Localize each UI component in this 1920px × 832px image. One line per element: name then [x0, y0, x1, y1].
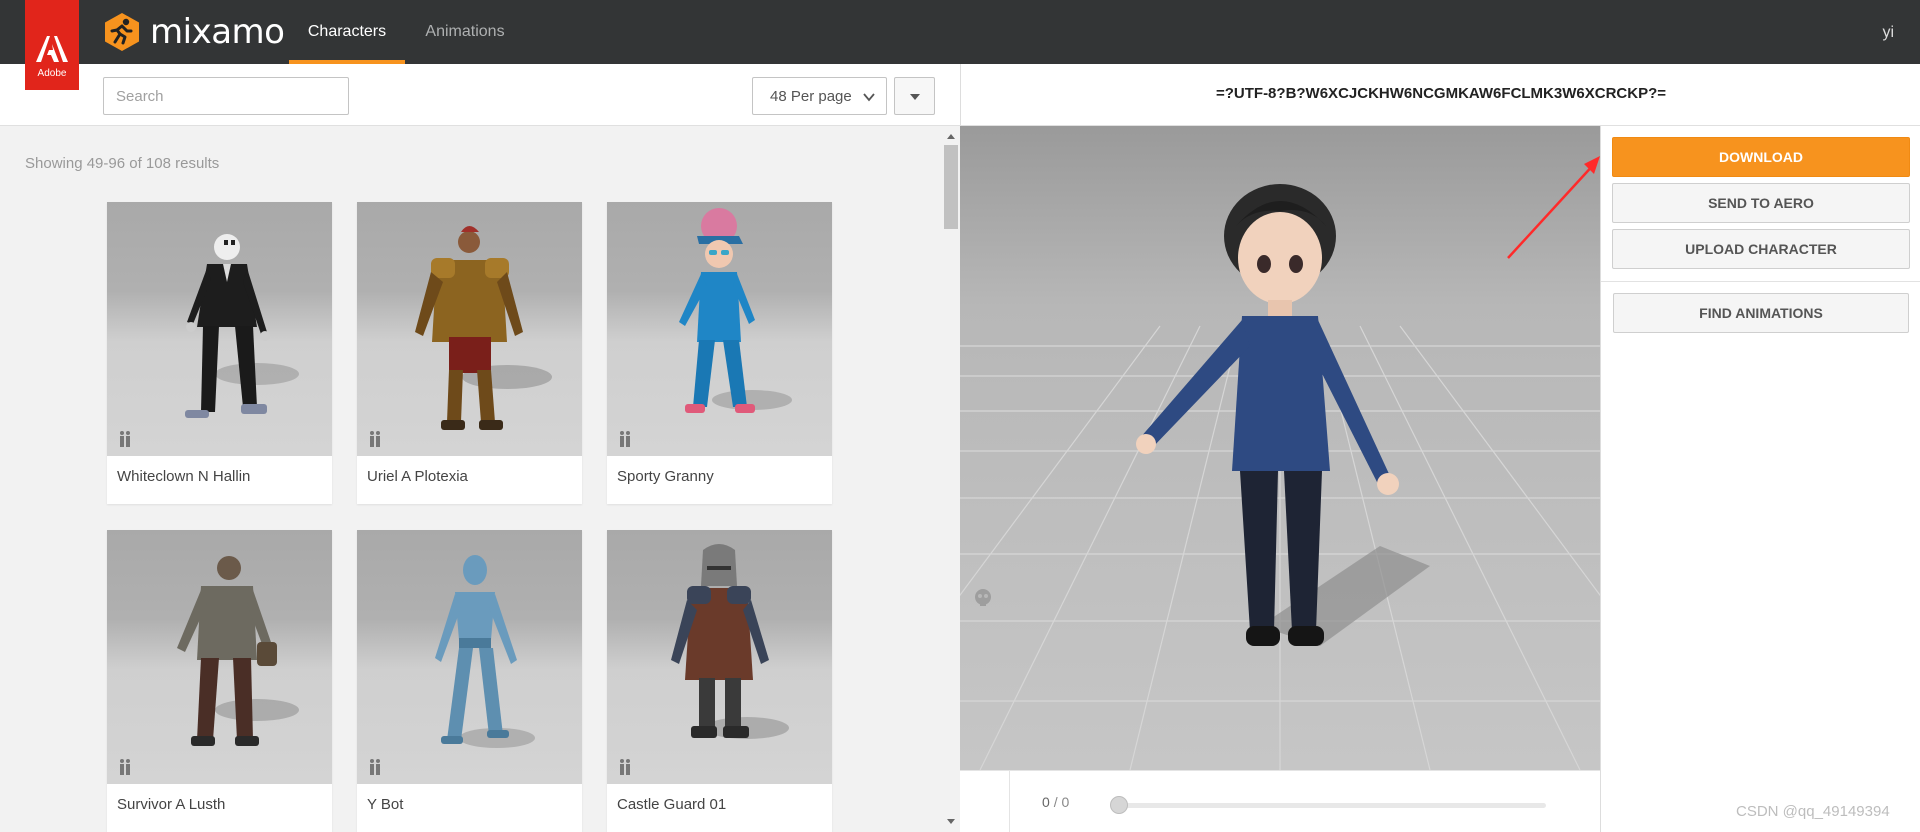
adobe-icon [36, 36, 68, 62]
send-to-aero-button[interactable]: SEND TO AERO [1612, 183, 1910, 223]
people-icon [370, 759, 380, 775]
selected-character-title: =?UTF-8?B?W6XCJCKHW6NCGMKAW6FCLMK3W6XCRC… [1215, 85, 1666, 102]
skeleton-toggle-icon[interactable] [973, 588, 993, 608]
library-toolbar: 48 Per page [0, 64, 960, 126]
watermark: CSDN @qq_49149394 [1736, 803, 1890, 820]
character-thumbnail [607, 202, 832, 456]
user-menu[interactable]: yi [1882, 0, 1894, 64]
top-nav-bar: Adobe mixamo Characters Animations yi [0, 0, 1920, 90]
ybot-figure-image [435, 555, 535, 748]
app-name: mixamo [150, 12, 285, 52]
playbar-divider [1009, 771, 1010, 832]
character-actions-panel: DOWNLOAD SEND TO AERO UPLOAD CHARACTER F… [1600, 126, 1920, 832]
character-card[interactable]: Y Bot [357, 530, 582, 832]
per-page-value: 48 Per page [770, 87, 852, 105]
upload-character-button[interactable]: UPLOAD CHARACTER [1612, 229, 1910, 269]
mixamo-runner-icon [105, 13, 139, 51]
character-results: Showing 49-96 of 108 results Whiteclown … [0, 127, 942, 832]
adobe-logo[interactable]: Adobe [25, 0, 79, 90]
sort-dropdown-button[interactable] [894, 77, 935, 115]
adobe-label: Adobe [37, 68, 67, 79]
caret-down-icon [910, 94, 920, 100]
character-thumbnail [607, 530, 832, 784]
timeline-scrubber-handle[interactable] [1110, 796, 1128, 814]
character-name: Whiteclown N Hallin [117, 468, 251, 485]
character-thumbnail [357, 530, 582, 784]
character-card[interactable]: Castle Guard 01 [607, 530, 832, 832]
annotation-arrow-icon [1507, 156, 1600, 259]
scroll-down-icon[interactable] [947, 819, 955, 824]
frame-counter: 0 / 0 [1042, 794, 1070, 810]
tab-animations[interactable]: Animations [414, 0, 516, 64]
survivor-figure-image [177, 556, 299, 746]
search-input[interactable] [103, 77, 349, 115]
find-animations-button[interactable]: FIND ANIMATIONS [1613, 293, 1909, 333]
character-name: Uriel A Plotexia [367, 468, 468, 485]
scroll-up-icon[interactable] [947, 134, 955, 139]
character-name: Castle Guard 01 [617, 796, 727, 813]
panel-divider [1601, 281, 1920, 282]
people-icon [120, 759, 130, 775]
tab-characters[interactable]: Characters [289, 0, 405, 64]
granny-figure-image [679, 208, 792, 413]
timeline-scrubber[interactable] [1112, 803, 1546, 808]
people-icon [620, 759, 630, 775]
download-button[interactable]: DOWNLOAD [1612, 137, 1910, 177]
scrollbar-thumb[interactable] [944, 145, 958, 229]
results-scrollbar[interactable] [942, 127, 960, 832]
people-icon [370, 431, 380, 447]
character-card[interactable]: Uriel A Plotexia [357, 202, 582, 504]
people-icon [620, 431, 630, 447]
character-card[interactable]: Survivor A Lusth [107, 530, 332, 832]
chevron-down-icon [863, 93, 875, 102]
character-thumbnail [107, 530, 332, 784]
character-grid: Whiteclown N Hallin Uriel A Plotexia Spo… [107, 202, 832, 832]
character-card[interactable]: Whiteclown N Hallin [107, 202, 332, 504]
results-summary: Showing 49-96 of 108 results [25, 155, 220, 172]
viewer-header: =?UTF-8?B?W6XCJCKHW6NCGMKAW6FCLMK3W6XCRC… [960, 64, 1920, 126]
clown-figure-image [185, 234, 299, 418]
per-page-select[interactable]: 48 Per page [752, 77, 887, 115]
playback-bar: 0 / 0 [960, 770, 1600, 832]
people-icon [120, 431, 130, 447]
armored-figure-image [415, 226, 552, 430]
character-name: Sporty Granny [617, 468, 714, 485]
character-card[interactable]: Sporty Granny [607, 202, 832, 504]
mixamo-logo[interactable]: mixamo [102, 11, 285, 53]
character-name: Survivor A Lusth [117, 796, 226, 813]
castle-guard-figure-image [671, 544, 789, 739]
character-name: Y Bot [367, 796, 404, 813]
character-thumbnail [107, 202, 332, 456]
character-thumbnail [357, 202, 582, 456]
